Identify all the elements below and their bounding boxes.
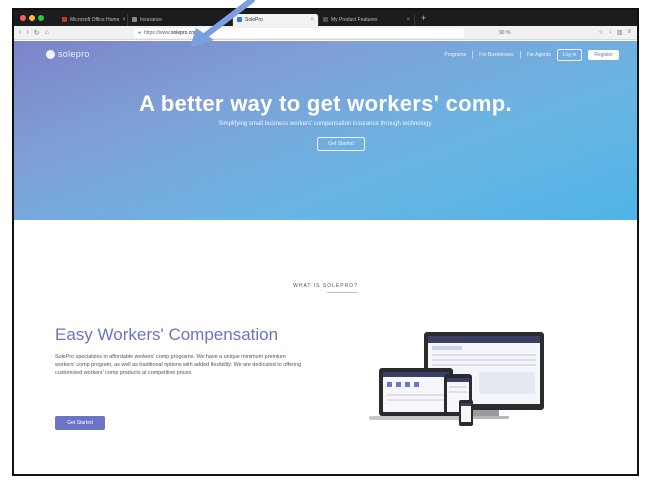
favicon-icon <box>132 17 137 22</box>
minimize-window-button[interactable] <box>29 15 35 21</box>
nav-for-agents[interactable]: For Agents <box>527 52 551 58</box>
tab-label: My Product Features <box>331 16 378 23</box>
devices-illustration <box>369 332 544 426</box>
window-controls <box>20 15 58 21</box>
feature-get-started-button[interactable]: Get Started <box>55 416 105 430</box>
nav-divider <box>472 51 474 59</box>
close-tab-icon[interactable]: × <box>122 17 126 23</box>
nav-programs[interactable]: Programs <box>444 52 466 58</box>
section-divider <box>327 292 357 293</box>
forward-icon[interactable]: › <box>26 29 28 36</box>
feature-description: SolePro specializes in affordable worker… <box>55 354 302 376</box>
back-icon[interactable]: ‹ <box>19 29 21 36</box>
address-bar-row: ‹ › ↻ ⌂ ● https://www. solepro.com 90 % … <box>14 26 637 40</box>
favicon-icon <box>323 17 328 22</box>
tab-label: Microsoft Office Home <box>70 16 120 23</box>
login-button[interactable]: Log in <box>556 49 583 61</box>
phone-illustration <box>459 400 473 426</box>
nav-for-businesses[interactable]: For Businesses <box>479 52 513 58</box>
reload-icon[interactable]: ↻ <box>34 29 40 37</box>
site-logo[interactable]: solepro <box>46 49 90 59</box>
menu-icon[interactable]: ≡ <box>627 29 631 36</box>
hero-subtitle: Simplifying small business workers' comp… <box>218 121 433 127</box>
section-label: WHAT IS SOLEPRO? <box>293 283 358 289</box>
toolbar-icons: ☆ ↓ ▥ ≡ <box>598 29 631 36</box>
home-icon[interactable]: ⌂ <box>45 29 49 36</box>
register-button[interactable]: Register <box>588 50 619 60</box>
library-icon[interactable]: ▥ <box>617 29 623 36</box>
logo-text: solepro <box>58 49 90 59</box>
maximize-window-button[interactable] <box>38 15 44 21</box>
close-window-button[interactable] <box>20 15 26 21</box>
arrow-pointer-icon <box>190 0 255 48</box>
star-icon[interactable]: ☆ <box>598 29 603 36</box>
hero-title: A better way to get workers' comp. <box>139 91 512 116</box>
hero-get-started-button[interactable]: Get Started <box>317 137 365 151</box>
zoom-level[interactable]: 90 % <box>499 30 510 36</box>
close-tab-icon[interactable]: × <box>310 17 314 23</box>
favicon-icon <box>62 17 67 22</box>
logo-mark-icon <box>46 49 55 59</box>
url-prefix: https://www. <box>144 30 171 36</box>
nav-divider <box>519 51 521 59</box>
feature-title: Easy Workers' Compensation <box>55 325 279 344</box>
tab-bar: Microsoft Office Home × Insurance × Sole… <box>14 10 637 26</box>
tab-product-features[interactable]: My Product Features × <box>319 13 415 26</box>
new-tab-icon[interactable]: + <box>421 13 426 23</box>
top-nav: Programs For Businesses For Agents Log i… <box>444 49 619 61</box>
hero-section: solepro Programs For Businesses For Agen… <box>14 41 637 220</box>
download-icon[interactable]: ↓ <box>609 29 612 36</box>
lock-icon: ● <box>138 30 142 36</box>
close-tab-icon[interactable]: × <box>406 17 410 23</box>
tab-label: Insurance <box>140 16 162 23</box>
tab-microsoft-office[interactable]: Microsoft Office Home × <box>58 13 128 26</box>
browser-window: Microsoft Office Home × Insurance × Sole… <box>12 8 639 476</box>
